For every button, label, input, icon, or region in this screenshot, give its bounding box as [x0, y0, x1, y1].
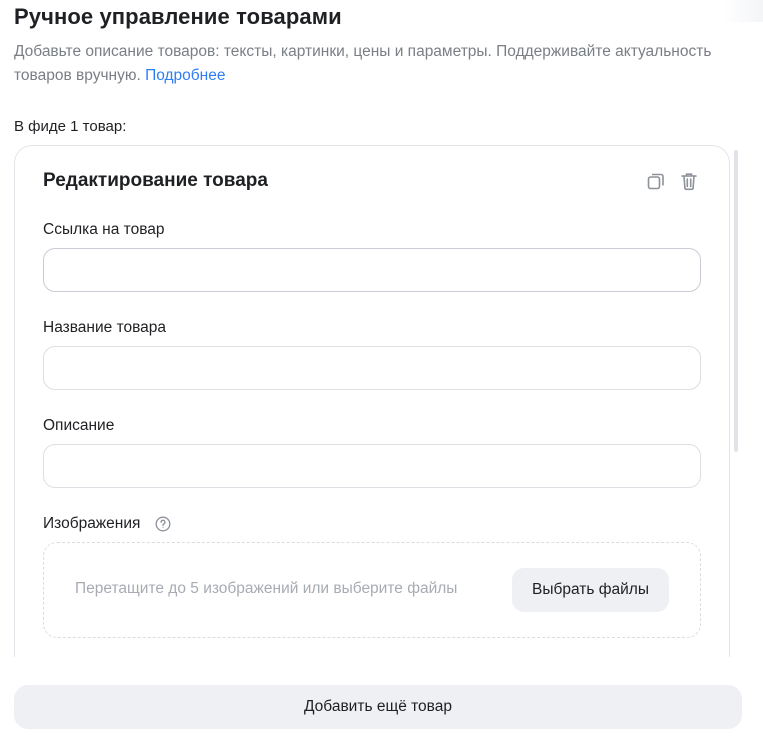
page-description: Добавьте описание товаров: тексты, карти… [14, 40, 749, 88]
card-title: Редактирование товара [43, 170, 268, 191]
choose-files-button[interactable]: Выбрать файлы [512, 568, 669, 612]
description-field-label: Описание [43, 417, 115, 434]
question-circle-icon[interactable] [155, 516, 171, 532]
name-field-label: Название товара [43, 319, 167, 336]
corner-shade [723, 0, 763, 22]
image-dropzone[interactable]: Перетащите до 5 изображений или выберите… [43, 542, 701, 638]
dropzone-hint: Перетащите до 5 изображений или выберите… [75, 580, 458, 597]
description-text: Добавьте описание товаров: тексты, карти… [14, 43, 712, 84]
add-product-button[interactable]: Добавить ещё товар [14, 685, 742, 729]
product-card: Редактирование товара Ссылка на товар На… [14, 145, 730, 657]
description-input[interactable] [43, 444, 701, 488]
scrollbar[interactable] [734, 150, 738, 452]
link-input[interactable] [43, 248, 701, 292]
name-input[interactable] [43, 346, 701, 390]
page: Ручное управление товарами Добавьте опис… [0, 0, 763, 741]
feed-count-label: В фиде 1 товар: [14, 118, 127, 135]
page-title: Ручное управление товарами [14, 4, 342, 29]
link-field-label: Ссылка на товар [43, 221, 165, 238]
images-field-label: Изображения [43, 515, 141, 532]
more-link[interactable]: Подробнее [145, 67, 225, 84]
copy-icon[interactable] [646, 171, 666, 191]
trash-icon[interactable] [679, 171, 699, 191]
